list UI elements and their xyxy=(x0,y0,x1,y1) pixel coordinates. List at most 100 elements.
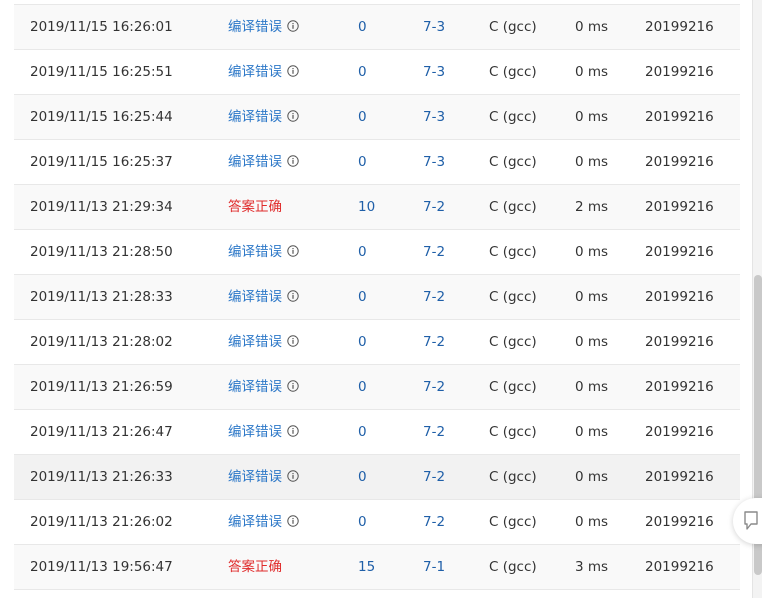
score-link[interactable]: 10 xyxy=(358,185,375,229)
run-time: 2 ms xyxy=(575,199,609,215)
status-link[interactable]: 编译错误 xyxy=(228,244,282,260)
submission-time: 2019/11/13 21:29:34 xyxy=(30,199,173,215)
info-circle-icon[interactable] xyxy=(287,109,299,122)
table-row: 2019/11/15 16:26:01 编译错误 0 7-3 C (gcc) 0… xyxy=(14,5,740,50)
status-link[interactable]: 编译错误 xyxy=(228,379,282,395)
status-cell: 编译错误 xyxy=(228,50,299,94)
table-row: 2019/11/13 21:29:34 答案正确 10 7-2 C (gcc) … xyxy=(14,185,740,230)
compiler: C (gcc) xyxy=(489,334,537,350)
table-row: 2019/11/13 21:26:02 编译错误 0 7-2 C (gcc) 0… xyxy=(14,500,740,545)
compiler: C (gcc) xyxy=(489,244,537,260)
score-link[interactable]: 0 xyxy=(358,95,367,139)
submission-time: 2019/11/13 21:26:47 xyxy=(30,424,173,440)
status-cell: 编译错误 xyxy=(228,275,299,319)
compiler: C (gcc) xyxy=(489,154,537,170)
run-time: 0 ms xyxy=(575,19,609,35)
status-link[interactable]: 编译错误 xyxy=(228,19,282,35)
problem-link[interactable]: 7-2 xyxy=(423,500,445,544)
score-link[interactable]: 0 xyxy=(358,410,367,454)
user-id: 20199216 xyxy=(645,109,714,125)
table-row: 2019/11/13 21:26:59 编译错误 0 7-2 C (gcc) 0… xyxy=(14,365,740,410)
table-row: 2019/11/15 16:25:44 编译错误 0 7-3 C (gcc) 0… xyxy=(14,95,740,140)
status-cell: 编译错误 xyxy=(228,230,299,274)
user-id: 20199216 xyxy=(645,244,714,260)
table-row: 2019/11/13 21:26:47 编译错误 0 7-2 C (gcc) 0… xyxy=(14,410,740,455)
user-id: 20199216 xyxy=(645,289,714,305)
score-link[interactable]: 0 xyxy=(358,365,367,409)
user-id: 20199216 xyxy=(645,19,714,35)
submission-time: 2019/11/13 21:26:02 xyxy=(30,514,173,530)
info-circle-icon[interactable] xyxy=(287,514,299,527)
status-cell: 编译错误 xyxy=(228,5,299,49)
user-id: 20199216 xyxy=(645,559,714,575)
submission-time: 2019/11/13 19:56:47 xyxy=(30,559,173,575)
compiler: C (gcc) xyxy=(489,424,537,440)
run-time: 0 ms xyxy=(575,154,609,170)
score-link[interactable]: 0 xyxy=(358,500,367,544)
score-link[interactable]: 0 xyxy=(358,455,367,499)
status-link[interactable]: 编译错误 xyxy=(228,64,282,80)
problem-link[interactable]: 7-2 xyxy=(423,320,445,364)
problem-link[interactable]: 7-1 xyxy=(423,545,445,589)
run-time: 3 ms xyxy=(575,559,609,575)
problem-link[interactable]: 7-2 xyxy=(423,410,445,454)
compiler: C (gcc) xyxy=(489,559,537,575)
user-id: 20199216 xyxy=(645,154,714,170)
table-row: 2019/11/15 16:25:37 编译错误 0 7-3 C (gcc) 0… xyxy=(14,140,740,185)
run-time: 0 ms xyxy=(575,334,609,350)
problem-link[interactable]: 7-3 xyxy=(423,140,445,184)
status-link[interactable]: 编译错误 xyxy=(228,514,282,530)
compiler: C (gcc) xyxy=(489,109,537,125)
info-circle-icon[interactable] xyxy=(287,424,299,437)
submission-time: 2019/11/13 21:28:50 xyxy=(30,244,173,260)
status-link[interactable]: 编译错误 xyxy=(228,109,282,125)
run-time: 0 ms xyxy=(575,379,609,395)
table-row: 2019/11/13 21:26:33 编译错误 0 7-2 C (gcc) 0… xyxy=(14,455,740,500)
score-link[interactable]: 0 xyxy=(358,50,367,94)
status-link[interactable]: 编译错误 xyxy=(228,154,282,170)
score-link[interactable]: 15 xyxy=(358,545,375,589)
score-link[interactable]: 0 xyxy=(358,320,367,364)
status-link[interactable]: 编译错误 xyxy=(228,469,282,485)
problem-link[interactable]: 7-2 xyxy=(423,185,445,229)
table-row: 2019/11/13 21:28:33 编译错误 0 7-2 C (gcc) 0… xyxy=(14,275,740,320)
status-cell: 编译错误 xyxy=(228,320,299,364)
problem-link[interactable]: 7-2 xyxy=(423,275,445,319)
info-circle-icon[interactable] xyxy=(287,469,299,482)
status-link[interactable]: 答案正确 xyxy=(228,199,282,215)
score-link[interactable]: 0 xyxy=(358,5,367,49)
info-circle-icon[interactable] xyxy=(287,334,299,347)
feedback-icon xyxy=(744,511,758,530)
submission-time: 2019/11/15 16:25:37 xyxy=(30,154,173,170)
info-circle-icon[interactable] xyxy=(287,289,299,302)
problem-link[interactable]: 7-3 xyxy=(423,95,445,139)
compiler: C (gcc) xyxy=(489,199,537,215)
problem-link[interactable]: 7-3 xyxy=(423,50,445,94)
status-link[interactable]: 编译错误 xyxy=(228,334,282,350)
status-link[interactable]: 编译错误 xyxy=(228,424,282,440)
table-row: 2019/11/15 16:25:51 编译错误 0 7-3 C (gcc) 0… xyxy=(14,50,740,95)
run-time: 0 ms xyxy=(575,64,609,80)
problem-link[interactable]: 7-2 xyxy=(423,455,445,499)
status-link[interactable]: 编译错误 xyxy=(228,289,282,305)
info-circle-icon[interactable] xyxy=(287,379,299,392)
problem-link[interactable]: 7-2 xyxy=(423,230,445,274)
run-time: 0 ms xyxy=(575,424,609,440)
score-link[interactable]: 0 xyxy=(358,230,367,274)
run-time: 0 ms xyxy=(575,244,609,260)
score-link[interactable]: 0 xyxy=(358,140,367,184)
info-circle-icon[interactable] xyxy=(287,19,299,32)
submission-time: 2019/11/13 21:26:59 xyxy=(30,379,173,395)
status-cell: 编译错误 xyxy=(228,455,299,499)
submission-time: 2019/11/15 16:25:51 xyxy=(30,64,173,80)
problem-link[interactable]: 7-2 xyxy=(423,365,445,409)
info-circle-icon[interactable] xyxy=(287,64,299,77)
score-link[interactable]: 0 xyxy=(358,275,367,319)
info-circle-icon[interactable] xyxy=(287,244,299,257)
submission-time: 2019/11/13 21:26:33 xyxy=(30,469,173,485)
user-id: 20199216 xyxy=(645,199,714,215)
info-circle-icon[interactable] xyxy=(287,154,299,167)
status-link[interactable]: 答案正确 xyxy=(228,559,282,575)
compiler: C (gcc) xyxy=(489,19,537,35)
problem-link[interactable]: 7-3 xyxy=(423,5,445,49)
